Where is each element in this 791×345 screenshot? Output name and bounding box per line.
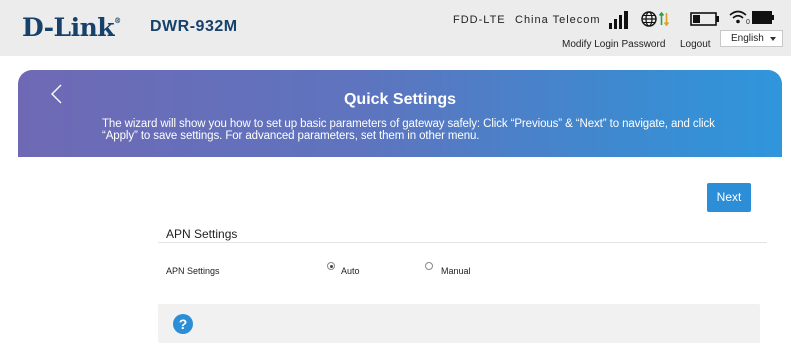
top-header: D-Link® DWR-932M FDD-LTE China Telecom 0… <box>0 0 791 56</box>
language-select[interactable]: English <box>720 30 783 47</box>
wizard-description: The wizard will show you how to set up b… <box>102 118 715 142</box>
carrier-name: China Telecom <box>515 14 601 26</box>
apn-auto-radio[interactable] <box>327 262 335 270</box>
section-divider <box>158 242 767 243</box>
wifi-icon <box>729 10 747 24</box>
logout-link[interactable]: Logout <box>680 39 711 50</box>
section-title: APN Settings <box>166 227 238 241</box>
apn-manual-label[interactable]: Manual <box>441 266 471 276</box>
wifi-clients-count: 0 <box>746 19 750 26</box>
language-select-value: English <box>731 33 764 44</box>
help-panel: ? <box>158 304 760 343</box>
data-transfer-icon <box>659 12 669 26</box>
device-model: DWR-932M <box>150 18 238 35</box>
quick-settings-banner: Quick Settings The wizard will show you … <box>18 70 782 157</box>
signal-strength-icon <box>609 11 628 29</box>
globe-icon <box>641 11 657 27</box>
network-type: FDD-LTE <box>453 14 506 26</box>
page-title: Quick Settings <box>343 91 457 108</box>
apn-manual-radio[interactable] <box>425 262 433 270</box>
device-icon <box>752 11 774 24</box>
chevron-down-icon <box>770 37 776 41</box>
apn-field-label: APN Settings <box>166 266 220 276</box>
help-icon[interactable]: ? <box>173 314 193 334</box>
battery-icon <box>690 12 719 26</box>
modify-password-link[interactable]: Modify Login Password <box>562 39 665 50</box>
next-button[interactable]: Next <box>707 183 751 212</box>
brand-logo: D-Link® <box>22 13 121 42</box>
apn-auto-label[interactable]: Auto <box>341 266 360 276</box>
